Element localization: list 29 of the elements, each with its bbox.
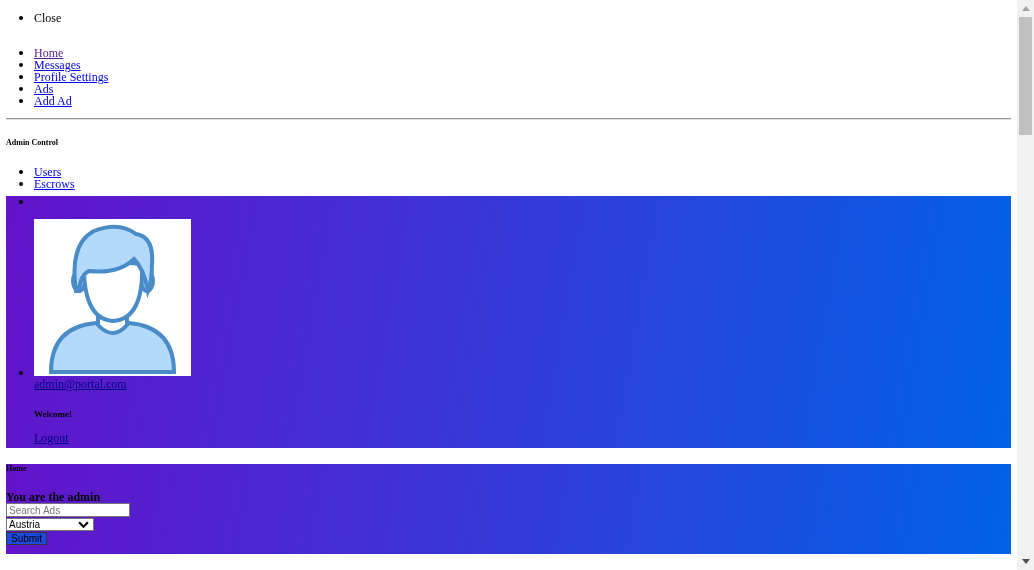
close-link[interactable]: Close [34,11,62,25]
bullet-icon [19,200,23,204]
scrollbar[interactable] [1017,0,1034,570]
nav-link[interactable]: Messages [34,58,81,72]
nav-link[interactable]: Home [34,46,64,60]
banner-heading: You are the admin [6,491,101,503]
bullet-icon [19,182,23,186]
bullet-icon [19,63,23,67]
admin-link[interactable]: Escrows [34,177,75,191]
scroll-down-icon[interactable] [1021,559,1030,564]
admin-link[interactable]: Users [34,165,62,179]
nav-link[interactable]: Ads [34,82,54,96]
page-title: Home [6,464,27,474]
bullet-icon [19,87,23,91]
section-heading: Admin Control [6,138,60,148]
bullet-icon [19,99,23,103]
search-field[interactable]: Search Ads [6,503,130,517]
bullet-icon [19,75,23,79]
welcome-text: Welcome! [34,408,72,420]
nav-link[interactable]: Add Ad [34,94,72,108]
bullet-icon [19,371,23,375]
scroll-up-icon[interactable] [1021,6,1030,11]
bullet-icon [19,16,23,20]
bullet-icon [19,170,23,174]
country-select[interactable]: Austria [6,518,94,531]
scroll-thumb[interactable] [1019,17,1032,135]
caret-icon [78,521,89,528]
bullet-icon [19,51,23,55]
avatar-icon [34,219,191,376]
